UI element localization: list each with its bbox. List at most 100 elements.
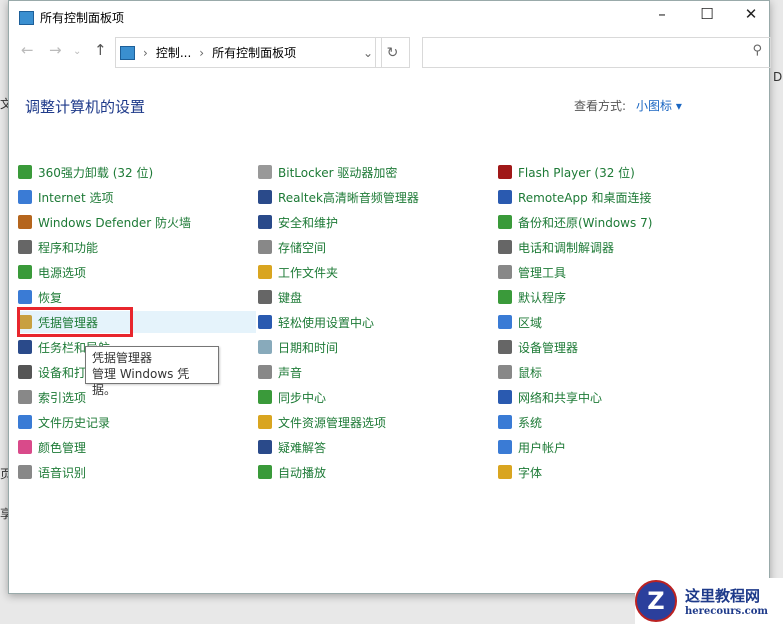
control-panel-item[interactable]: 管理工具 (498, 261, 736, 283)
control-panel-item[interactable]: 日期和时间 (258, 336, 496, 358)
control-panel-item[interactable]: BitLocker 驱动器加密 (258, 161, 496, 183)
address-dropdown-icon[interactable]: ⌄ (363, 46, 373, 60)
highlight-annotation-box (17, 307, 133, 337)
tooltip-title: 凭据管理器 (92, 351, 153, 365)
breadcrumb-all-items[interactable]: 所有控制面板项 (212, 44, 296, 61)
control-panel-item[interactable]: Flash Player (32 位) (498, 161, 736, 183)
control-panel-item[interactable]: Internet 选项 (18, 186, 256, 208)
control-panel-item[interactable]: 安全和维护 (258, 211, 496, 233)
control-panel-item[interactable]: 区域 (498, 311, 736, 333)
forward-button[interactable]: → (49, 41, 62, 59)
item-label: 区域 (518, 315, 543, 330)
item-icon (258, 290, 272, 304)
item-icon (258, 190, 272, 204)
item-icon (258, 165, 272, 179)
page-title: 调整计算机的设置 (25, 98, 146, 116)
item-icon (258, 240, 272, 254)
control-panel-item[interactable]: 备份和还原(Windows 7) (498, 211, 736, 233)
close-button[interactable]: ✕ (731, 5, 771, 23)
item-label: Windows Defender 防火墙 (38, 215, 191, 230)
up-button[interactable]: ↑ (94, 41, 107, 59)
control-panel-item[interactable]: 同步中心 (258, 386, 496, 408)
item-icon (18, 240, 32, 254)
control-panel-item[interactable]: 恢复 (18, 286, 256, 308)
item-label: 文件资源管理器选项 (278, 415, 387, 430)
item-label: 用户帐户 (518, 440, 567, 455)
item-label: Internet 选项 (38, 190, 114, 205)
control-panel-item[interactable]: 文件历史记录 (18, 411, 256, 433)
item-label: 鼠标 (518, 365, 543, 380)
view-by-label: 查看方式: (574, 99, 627, 113)
item-label: 颜色管理 (38, 440, 87, 455)
view-by: 查看方式: 小图标 ▾ (574, 97, 682, 114)
control-panel-item[interactable]: 文件资源管理器选项 (258, 411, 496, 433)
minimize-button[interactable]: – (642, 5, 682, 23)
item-icon (18, 415, 32, 429)
item-icon (498, 290, 512, 304)
item-label: 电源选项 (38, 265, 87, 280)
item-icon (18, 265, 32, 279)
control-panel-item[interactable]: 键盘 (258, 286, 496, 308)
item-label: 电话和调制解调器 (518, 240, 615, 255)
item-label: 索引选项 (38, 390, 87, 405)
control-panel-icon (120, 45, 135, 60)
control-panel-item[interactable]: 自动播放 (258, 461, 496, 483)
item-icon (498, 240, 512, 254)
control-panel-item[interactable]: RemoteApp 和桌面连接 (498, 186, 736, 208)
refresh-button[interactable]: ↻ (375, 37, 410, 68)
item-label: 语音识别 (38, 465, 87, 480)
item-label: 恢复 (38, 290, 63, 305)
item-icon (258, 315, 272, 329)
control-panel-item[interactable]: 网络和共享中心 (498, 386, 736, 408)
back-button[interactable]: ← (21, 41, 34, 59)
control-panel-item[interactable]: 360强力卸载 (32 位) (18, 161, 256, 183)
window-title: 所有控制面板项 (40, 11, 125, 25)
item-icon (498, 340, 512, 354)
breadcrumb-control-panel[interactable]: 控制... (156, 44, 191, 61)
item-icon (18, 365, 32, 379)
item-label: BitLocker 驱动器加密 (278, 165, 398, 180)
recent-locations-button[interactable]: ⌄ (73, 46, 81, 57)
item-label: 轻松使用设置中心 (278, 315, 375, 330)
control-panel-item[interactable]: 电源选项 (18, 261, 256, 283)
item-icon (258, 265, 272, 279)
control-panel-item[interactable]: 语音识别 (18, 461, 256, 483)
view-by-dropdown[interactable]: 小图标 ▾ (636, 99, 682, 113)
control-panel-item[interactable]: 轻松使用设置中心 (258, 311, 496, 333)
control-panel-item[interactable]: 声音 (258, 361, 496, 383)
control-panel-item[interactable]: 程序和功能 (18, 236, 256, 258)
search-input[interactable]: ⚲ (422, 37, 771, 68)
item-label: 默认程序 (518, 290, 567, 305)
item-label: Realtek高清晰音频管理器 (278, 190, 419, 205)
control-panel-item[interactable]: 疑难解答 (258, 436, 496, 458)
item-label: 日期和时间 (278, 340, 339, 355)
control-panel-item[interactable]: 存储空间 (258, 236, 496, 258)
control-panel-item[interactable]: 颜色管理 (18, 436, 256, 458)
item-label: 文件历史记录 (38, 415, 111, 430)
control-panel-item[interactable]: Windows Defender 防火墙 (18, 211, 256, 233)
item-icon (258, 365, 272, 379)
item-label: 设备管理器 (518, 340, 579, 355)
watermark-url: herecours.com (685, 606, 769, 617)
control-panel-item[interactable]: 设备管理器 (498, 336, 736, 358)
item-label: 360强力卸载 (32 位) (38, 165, 154, 180)
control-panel-item[interactable]: 用户帐户 (498, 436, 736, 458)
item-label: 自动播放 (278, 465, 327, 480)
control-panel-item[interactable]: 工作文件夹 (258, 261, 496, 283)
item-icon (18, 165, 32, 179)
item-label: 管理工具 (518, 265, 567, 280)
item-icon (18, 340, 32, 354)
control-panel-item[interactable]: 默认程序 (498, 286, 736, 308)
search-icon: ⚲ (752, 43, 762, 58)
control-panel-item[interactable]: 鼠标 (498, 361, 736, 383)
item-icon (498, 440, 512, 454)
address-bar[interactable]: › 控制... › 所有控制面板项 ⌄ (115, 37, 382, 68)
maximize-button[interactable]: ☐ (687, 5, 727, 23)
control-panel-icon (19, 10, 34, 25)
control-panel-item[interactable]: 字体 (498, 461, 736, 483)
control-panel-item[interactable]: 系统 (498, 411, 736, 433)
control-panel-item[interactable]: 电话和调制解调器 (498, 236, 736, 258)
item-label: 键盘 (278, 290, 303, 305)
control-panel-item[interactable]: Realtek高清晰音频管理器 (258, 186, 496, 208)
item-label: 存储空间 (278, 240, 327, 255)
